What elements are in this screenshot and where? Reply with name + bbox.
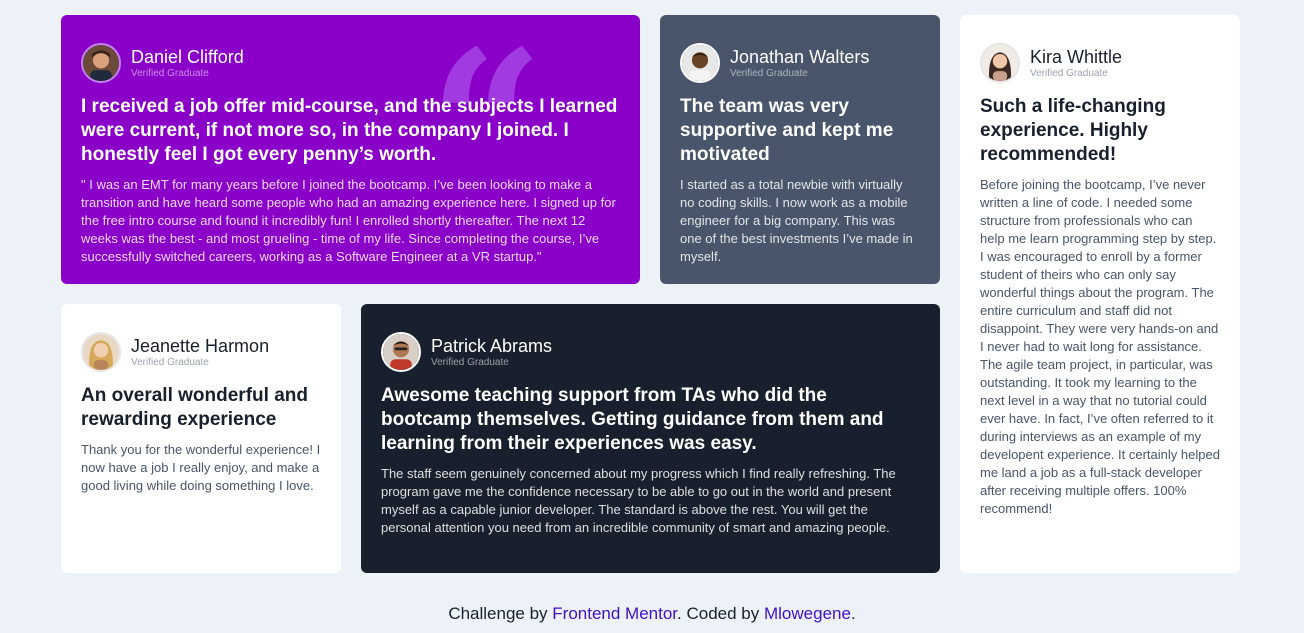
testimonial-headline: The team was very supportive and kept me… (680, 96, 894, 165)
avatar-portrait-icon (83, 45, 119, 81)
author-role: Verified Graduate (431, 356, 509, 368)
testimonial-body: " I was an EMT for many years before I j… (81, 177, 616, 264)
avatar (680, 43, 720, 83)
avatar (81, 332, 121, 372)
author-name: Jeanette Harmon (131, 335, 270, 356)
attribution-prefix: Challenge by (448, 604, 553, 623)
author-role: Verified Graduate (131, 67, 209, 79)
author-name: Kira Whittle (1030, 46, 1123, 67)
attribution-middle: . Coded by (677, 604, 764, 623)
author-name: Patrick Abrams (431, 335, 553, 356)
testimonial-body: I started as a total newbie with virtual… (680, 177, 913, 264)
card-header: Jeanette Harmon Verified Graduate (81, 332, 321, 372)
testimonial-headline: An overall wonderful and rewarding exper… (81, 385, 308, 430)
testimonial-headline: I received a job offer mid-course, and t… (81, 96, 618, 165)
attribution-footer: Challenge by Frontend Mentor. Coded by M… (0, 604, 1304, 624)
testimonial-body: Before joining the bootcamp, I’ve never … (980, 177, 1220, 516)
testimonial-body: The staff seem genuinely concerned about… (381, 466, 896, 535)
author-role: Verified Graduate (131, 356, 209, 368)
testimonial-headline: Such a life-changing experience. Highly … (980, 96, 1166, 165)
avatar-portrait-icon (83, 334, 119, 370)
author-role: Verified Graduate (730, 67, 808, 79)
author-link[interactable]: Mlowegene (764, 604, 851, 623)
author-role: Verified Graduate (1030, 67, 1108, 79)
avatar (980, 43, 1020, 83)
testimonial-card-jeanette: Jeanette Harmon Verified Graduate An ove… (61, 304, 341, 573)
card-header: Jonathan Walters Verified Graduate (680, 43, 920, 83)
author-name: Jonathan Walters (730, 46, 870, 67)
avatar-portrait-icon (383, 334, 419, 370)
testimonial-card-daniel: “ Daniel Clifford Verified Graduate I re… (61, 15, 640, 284)
card-header: Patrick Abrams Verified Graduate (381, 332, 920, 372)
author-name: Daniel Clifford (131, 46, 244, 67)
avatar-portrait-icon (682, 45, 718, 81)
testimonial-card-jonathan: Jonathan Walters Verified Graduate The t… (660, 15, 940, 284)
testimonial-card-patrick: Patrick Abrams Verified Graduate Awesome… (361, 304, 940, 573)
avatar (381, 332, 421, 372)
testimonial-card-kira: Kira Whittle Verified Graduate Such a li… (960, 15, 1240, 573)
frontend-mentor-link[interactable]: Frontend Mentor (552, 604, 677, 623)
card-header: Kira Whittle Verified Graduate (980, 43, 1220, 83)
avatar-portrait-icon (982, 45, 1018, 81)
attribution-suffix: . (850, 604, 856, 623)
testimonial-headline: Awesome teaching support from TAs who di… (381, 385, 884, 454)
testimonial-body: Thank you for the wonderful experience! … (81, 442, 321, 493)
card-header: Daniel Clifford Verified Graduate (81, 43, 620, 83)
avatar (81, 43, 121, 83)
